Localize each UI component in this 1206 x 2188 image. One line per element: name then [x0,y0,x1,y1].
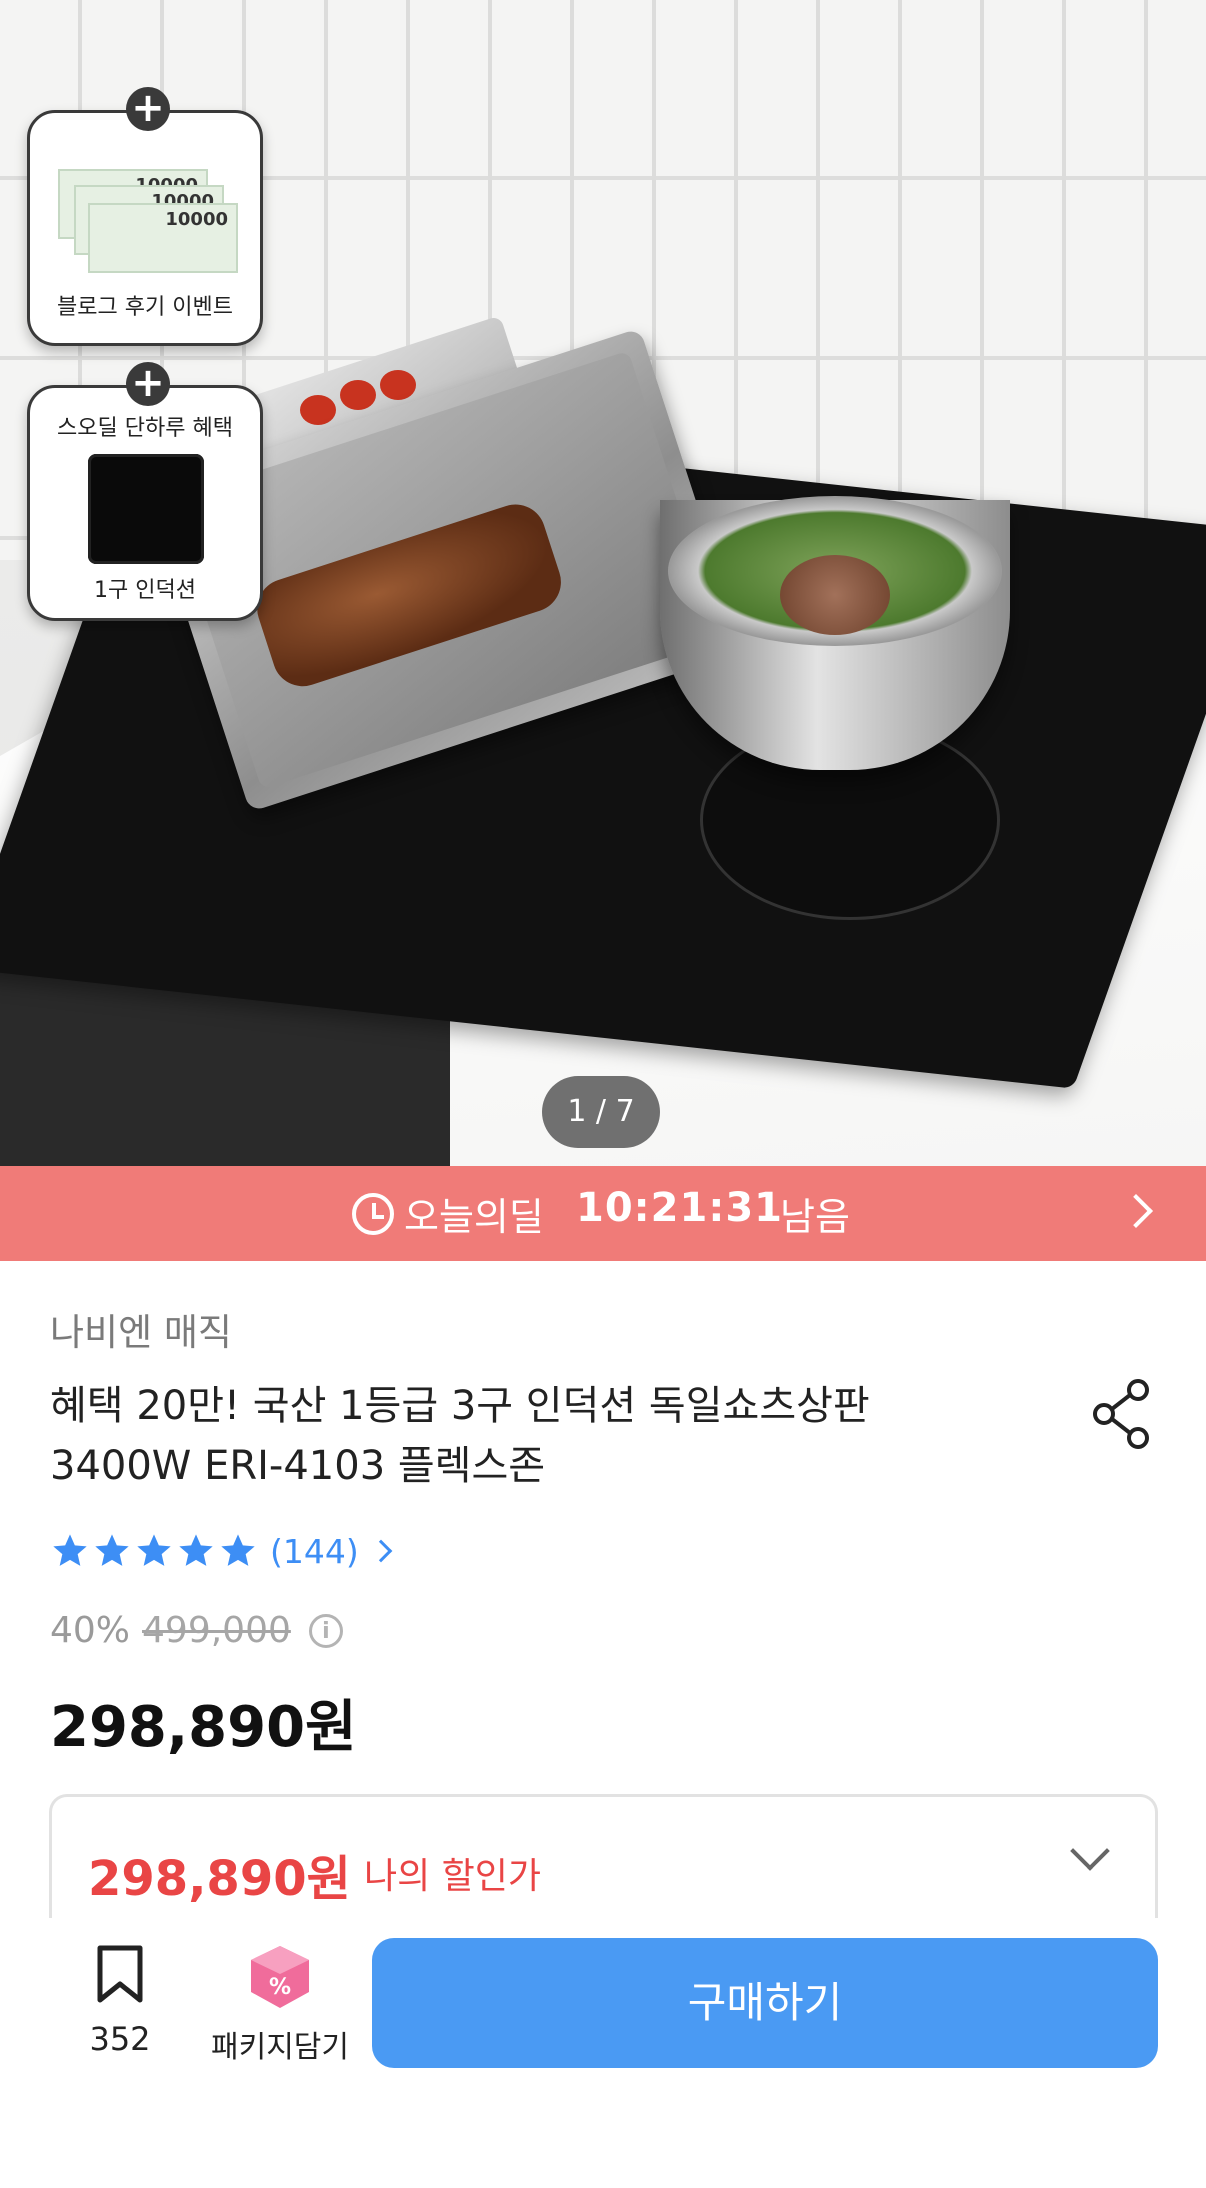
brand-name[interactable]: 나비엔 매직 [50,1302,232,1356]
sale-price: 298,890원 [50,1695,357,1760]
add-package-button[interactable]: % 패키지담기 [200,1942,360,2066]
my-discount-label: 나의 할인가 [364,1856,542,1897]
promo-induction-card[interactable]: + 스오딜 단하루 혜택 1구 인덕션 [27,362,263,621]
tomato [340,380,376,410]
bookmark-icon [97,1945,143,2003]
clock-icon [352,1193,394,1235]
promo-blog-label: 블로그 후기 이벤트 [57,295,233,320]
discount-row: 40% 499,000 i [50,1610,343,1651]
rating-row[interactable]: (144) [50,1528,393,1574]
bottom-action-bar: 352 % 패키지담기 구매하기 [0,1918,1206,2188]
image-pager: 1 / 7 [542,1076,660,1148]
ribs [249,496,569,695]
wish-count: 352 [89,2020,151,2058]
tomato [300,395,336,425]
package-label: 패키지담기 [211,2030,349,2065]
star-icon [95,1534,129,1566]
original-price: 499,000 [142,1610,291,1651]
chevron-right-icon [1119,1194,1153,1228]
mushroom [780,555,890,635]
review-count: (144) [270,1531,359,1571]
voucher-image: 10000 10000 10000 [58,169,238,279]
star-icon [137,1534,171,1566]
package-discount-icon: % [251,1946,309,2008]
deal-countdown: 10:21:31 [576,1185,783,1231]
deal-suffix: 남음 [780,1195,850,1239]
star-icon [53,1534,87,1566]
star-icon [179,1534,213,1566]
plus-icon: + [126,87,170,131]
plus-icon: + [126,362,170,406]
wishlist-button[interactable]: 352 [60,1944,180,2058]
share-icon[interactable] [1090,1378,1154,1450]
buy-button[interactable]: 구매하기 [372,1938,1158,2068]
promo-induction-label: 1구 인덕션 [94,578,196,603]
svg-text:%: % [269,1975,291,2000]
discount-rate: 40% [50,1610,131,1651]
my-discount-price-box[interactable]: 298,890원 나의 할인가 [49,1794,1158,1924]
chevron-down-icon[interactable] [1070,1831,1110,1871]
product-title: 혜택 20만! 국산 1등급 3구 인덕션 독일쇼츠상판 3400W ERI-4… [50,1383,870,1489]
star-icon [221,1534,255,1566]
today-deal-bar[interactable]: 오늘의딜 10:21:31 남음 [0,1166,1206,1261]
tomato [380,370,416,400]
promo-induction-title: 스오딜 단하루 혜택 [57,416,233,441]
promo-blog-review-card[interactable]: + 10000 10000 10000 블로그 후기 이벤트 [27,87,263,346]
induction-device-image [88,454,204,564]
chevron-right-icon [369,1539,393,1563]
my-discount-price: 298,890원 [88,1851,351,1907]
product-image-carousel[interactable]: + 10000 10000 10000 블로그 후기 이벤트 + 스오딜 단하루… [0,0,1206,1166]
info-icon[interactable]: i [308,1613,343,1648]
deal-label: 오늘의딜 [404,1195,544,1239]
